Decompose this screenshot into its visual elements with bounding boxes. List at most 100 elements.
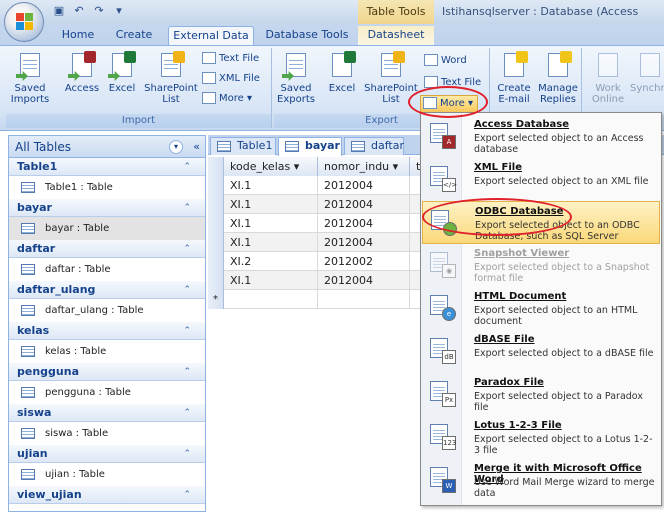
menu-item-html-document[interactable]: e HTML Document Export selected object t… [422, 287, 660, 330]
create-email-button[interactable]: Create E-mail [494, 51, 534, 105]
export-word-button[interactable]: Word [424, 54, 467, 68]
menu-item-merge-word[interactable]: W Merge it with Microsoft Office Word Us… [422, 459, 660, 502]
menu-item-paradox-file[interactable]: Px Paradox File Export selected object t… [422, 373, 660, 416]
import-sharepoint-list-button[interactable]: SharePoint List [142, 51, 200, 105]
undo-icon[interactable]: ↶ [72, 4, 86, 18]
collapse-group-icon[interactable]: ⌃ [183, 363, 191, 381]
nav-dropdown-icon[interactable]: ▾ [169, 140, 183, 154]
nav-pane-header[interactable]: All Tables ▾ « [9, 136, 205, 158]
collapse-pane-icon[interactable]: « [193, 136, 200, 158]
import-more-button[interactable]: More ▾ [202, 92, 252, 106]
table-icon [217, 141, 231, 152]
saved-exports-icon [282, 51, 310, 81]
redo-icon[interactable]: ↷ [92, 4, 106, 18]
nav-group-kelas[interactable]: kelas ⌃ [9, 322, 205, 340]
collapse-group-icon[interactable]: ⌃ [183, 199, 191, 217]
cell-nomor-induk[interactable]: 2012004 [318, 233, 410, 252]
nav-item-table1[interactable]: Table1 : Table [9, 176, 205, 199]
tab-database-tools[interactable]: Database Tools [262, 26, 352, 45]
save-icon[interactable]: ▣ [52, 4, 66, 18]
context-tab-label: Table Tools [358, 0, 434, 24]
cell-kode-kelas[interactable]: XI.1 [224, 176, 318, 195]
cell-nomor-induk[interactable]: 2012004 [318, 176, 410, 195]
cell-nomor-induk[interactable]: 2012004 [318, 271, 410, 290]
select-all-corner[interactable] [208, 157, 224, 176]
cell-nomor-induk[interactable]: 2012002 [318, 252, 410, 271]
export-sharepoint-list-button[interactable]: SharePoint List [362, 51, 420, 105]
column-header-nomor-induk[interactable]: nomor_indu ▾ [318, 157, 410, 176]
row-selector[interactable] [208, 176, 224, 195]
nav-item-daftar[interactable]: daftar : Table [9, 258, 205, 281]
nav-group-daftar[interactable]: daftar ⌃ [9, 240, 205, 258]
tab-home[interactable]: Home [54, 26, 102, 45]
menu-item-access-database[interactable]: A Access Database Export selected object… [422, 115, 660, 158]
import-text-file-button[interactable]: Text File [202, 52, 259, 66]
cell-kode-kelas[interactable] [224, 290, 318, 309]
nav-group-ujian[interactable]: ujian ⌃ [9, 445, 205, 463]
nav-item-siswa[interactable]: siswa : Table [9, 422, 205, 445]
doc-tab-bayar[interactable]: bayar [278, 137, 342, 156]
doc-tab-daftar[interactable]: daftar [344, 137, 404, 155]
tab-datasheet[interactable]: Datasheet [358, 26, 434, 45]
cell-nomor-induk[interactable] [318, 290, 410, 309]
tab-create[interactable]: Create [108, 26, 160, 45]
synchronize-button[interactable]: Synchro [630, 51, 664, 94]
menu-item-odbc-database[interactable]: ODBC Database Export selected object to … [422, 201, 660, 244]
import-excel-button[interactable]: Excel [102, 51, 142, 94]
cell-kode-kelas[interactable]: XI.1 [224, 195, 318, 214]
collapse-group-icon[interactable]: ⌃ [183, 322, 191, 340]
row-selector[interactable] [208, 233, 224, 252]
nav-group-siswa[interactable]: siswa ⌃ [9, 404, 205, 422]
nav-group-table1[interactable]: Table1 ⌃ [9, 158, 205, 176]
nav-item-bayar[interactable]: bayar : Table [9, 217, 205, 240]
cell-kode-kelas[interactable]: XI.1 [224, 233, 318, 252]
nav-group-pengguna[interactable]: pengguna ⌃ [9, 363, 205, 381]
nav-item-kelas[interactable]: kelas : Table [9, 340, 205, 363]
export-more-button[interactable]: More ▾ [420, 95, 478, 113]
collapse-group-icon[interactable]: ⌃ [183, 445, 191, 463]
collapse-group-icon[interactable]: ⌃ [183, 404, 191, 422]
nav-group-daftar-ulang[interactable]: daftar_ulang ⌃ [9, 281, 205, 299]
quick-access-toolbar: ▣ ↶ ↷ ▾ [52, 4, 126, 18]
cell-kode-kelas[interactable]: XI.1 [224, 271, 318, 290]
new-record-marker[interactable]: * [208, 290, 224, 309]
nav-item-pengguna[interactable]: pengguna : Table [9, 381, 205, 404]
cell-nomor-induk[interactable]: 2012004 [318, 214, 410, 233]
work-online-button[interactable]: Work Online [588, 51, 628, 105]
office-button[interactable] [4, 2, 44, 42]
excel-icon [108, 51, 136, 81]
menu-item-dbase-file[interactable]: dB dBASE File Export selected object to … [422, 330, 660, 373]
row-selector[interactable] [208, 214, 224, 233]
work-online-icon [594, 51, 622, 81]
nav-group-bayar[interactable]: bayar ⌃ [9, 199, 205, 217]
window-title: Istihansqlserver : Database (Access 2007… [442, 5, 639, 42]
export-excel-button[interactable]: Excel [322, 51, 362, 94]
collapse-group-icon[interactable]: ⌃ [183, 486, 191, 504]
collapse-group-icon[interactable]: ⌃ [183, 240, 191, 258]
menu-item-xml-file[interactable]: </> XML File Export selected object to a… [422, 158, 660, 201]
row-selector[interactable] [208, 271, 224, 290]
saved-imports-button[interactable]: Saved Imports [8, 51, 52, 105]
collapse-group-icon[interactable]: ⌃ [183, 281, 191, 299]
cell-kode-kelas[interactable]: XI.1 [224, 214, 318, 233]
customize-qat-icon[interactable]: ▾ [112, 4, 126, 18]
menu-item-snapshot-viewer[interactable]: ◉ Snapshot Viewer Export selected object… [422, 244, 660, 287]
row-selector[interactable] [208, 195, 224, 214]
excel-icon [328, 51, 356, 81]
column-header-kode-kelas[interactable]: kode_kelas ▾ [224, 157, 318, 176]
tab-external-data[interactable]: External Data [168, 26, 254, 45]
nav-item-daftar-ulang[interactable]: daftar_ulang : Table [9, 299, 205, 322]
row-selector[interactable] [208, 252, 224, 271]
doc-tab-table1[interactable]: Table1 [210, 137, 276, 155]
import-xml-file-button[interactable]: XML File [202, 72, 260, 86]
import-access-button[interactable]: Access [60, 51, 104, 94]
menu-item-lotus-file[interactable]: 123 Lotus 1-2-3 File Export selected obj… [422, 416, 660, 459]
cell-kode-kelas[interactable]: XI.2 [224, 252, 318, 271]
cell-nomor-induk[interactable]: 2012004 [318, 195, 410, 214]
export-text-file-button[interactable]: Text File [424, 76, 481, 90]
saved-exports-button[interactable]: Saved Exports [274, 51, 318, 105]
manage-replies-button[interactable]: Manage Replies [536, 51, 580, 105]
collapse-group-icon[interactable]: ⌃ [183, 158, 191, 176]
nav-item-ujian[interactable]: ujian : Table [9, 463, 205, 486]
nav-group-view-ujian[interactable]: view_ujian ⌃ [9, 486, 205, 504]
